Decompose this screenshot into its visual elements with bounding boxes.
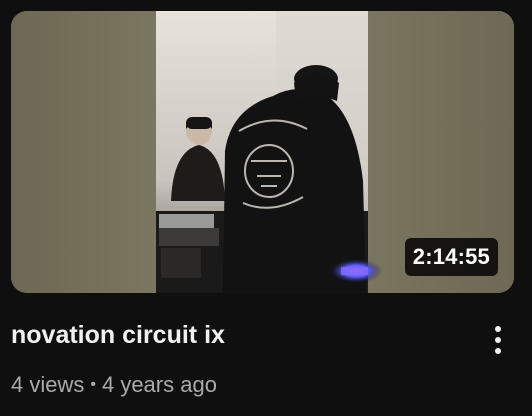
menu-dot [495, 348, 501, 354]
menu-dot [495, 337, 501, 343]
video-thumbnail[interactable]: 2:14:55 [11, 11, 514, 293]
video-title[interactable]: novation circuit ix [11, 318, 481, 352]
more-vert-icon[interactable] [481, 320, 515, 360]
upload-age: 4 years ago [101, 372, 217, 397]
video-card[interactable]: 2:14:55 novation circuit ix 4 views • 4 ye… [0, 0, 532, 416]
video-metadata-line: 4 views • 4 years ago [11, 370, 481, 403]
metadata-separator: • [90, 376, 96, 393]
duration-badge: 2:14:55 [404, 238, 498, 276]
video-details: novation circuit ix 4 views • 4 years ago [11, 318, 481, 403]
view-count: 4 views [11, 372, 85, 397]
menu-dot [495, 326, 501, 332]
